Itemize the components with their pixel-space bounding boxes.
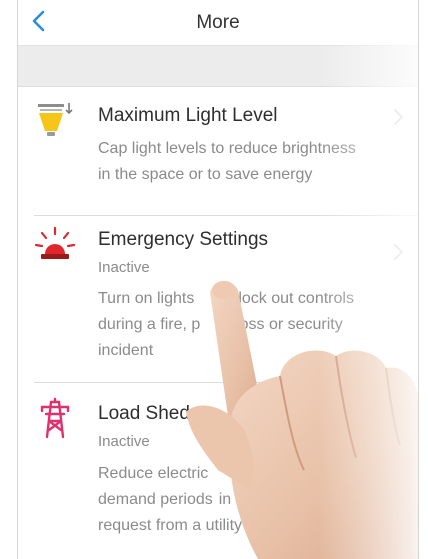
nav-bar: More [18,0,418,46]
app-screen: More Maximum Light Level Cap light level… [17,0,419,559]
description-fragment: at peak [272,465,325,482]
description-fragment: during a fire, p [98,316,201,333]
description-line: request from a utility company [98,517,312,534]
list-item-emergency-settings[interactable]: Emergency Settings Inactive Turn on ligh… [18,216,418,382]
item-title: Load Shed [98,403,190,424]
description-line: incident [98,342,154,359]
item-status: Inactive [98,259,150,276]
description-line: Turn on lights lock out controls [98,286,398,312]
description-fragment: in response to a [218,491,333,508]
list-item-load-shed[interactable]: Load Shed Inactive Reduce electric at pea… [18,383,418,559]
description-line: Cap light levels to reduce brightness [98,140,356,157]
item-title: Maximum Light Level [98,105,278,126]
page-title: More [196,12,240,33]
description-fragment: demand periods [98,491,213,508]
description-fragment: Reduce electric [98,465,209,482]
power-tower-icon [40,397,70,439]
description-fragment: lock out controls [238,290,354,307]
description-line: demand periods in response to a [98,487,398,513]
description-line: in the space or to save energy [98,166,313,183]
item-status: Inactive [98,433,150,450]
chevron-right-icon [394,244,403,260]
light-bulb-down-icon [38,103,73,136]
description-fragment: Turn on lights [98,290,195,307]
description-line: Reduce electric at peak [98,461,398,487]
description-line: during a fire, p r loss or security [98,312,398,338]
section-spacer [18,46,418,87]
item-description: Turn on lights lock out controls during a… [98,286,398,364]
emergency-siren-icon [34,226,76,259]
item-description: Cap light levels to reduce brightness in… [98,136,398,188]
item-title: Emergency Settings [98,229,269,250]
item-description: Reduce electric at peak demand periods in … [98,461,398,539]
description-fragment: r loss or security [226,316,343,333]
list-item-maximum-light-level[interactable]: Maximum Light Level Cap light levels to … [18,87,418,215]
chevron-right-icon [394,109,403,125]
